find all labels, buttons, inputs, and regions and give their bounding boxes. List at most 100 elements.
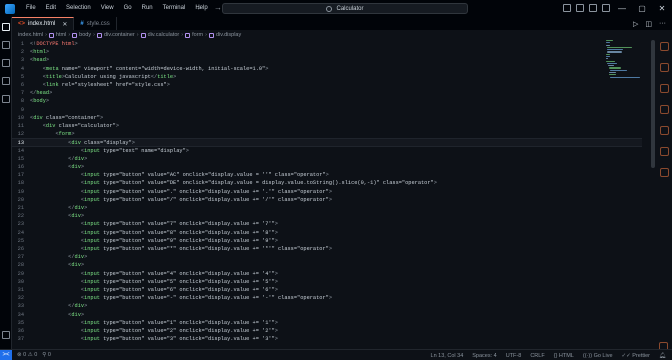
- code-line[interactable]: 33 </div>: [12, 302, 642, 310]
- code-line[interactable]: 4 <meta name=" viewport" content="width=…: [12, 65, 642, 73]
- code-line[interactable]: 12 <form>: [12, 130, 642, 138]
- breadcrumb-item[interactable]: body: [79, 32, 91, 38]
- minimize-icon[interactable]: —: [612, 0, 632, 17]
- code-line[interactable]: 21 </div>: [12, 204, 642, 212]
- extension-icon[interactable]: [659, 42, 669, 51]
- language-mode[interactable]: {} HTML: [554, 353, 574, 359]
- line-number: 6: [20, 82, 24, 88]
- toggle-primary-sidebar-icon[interactable]: [563, 4, 571, 12]
- breadcrumb-item[interactable]: div.calculator: [148, 32, 180, 38]
- account-icon[interactable]: [1, 331, 10, 339]
- code-line[interactable]: 11 <div class="calculator">: [12, 122, 642, 130]
- code-line[interactable]: 5 <title>Calculator using javascript</ti…: [12, 73, 642, 81]
- source-control-icon[interactable]: [1, 59, 10, 67]
- code-text: <html>: [30, 49, 50, 56]
- vertical-scrollbar[interactable]: [651, 40, 655, 168]
- run-icon[interactable]: ▷: [633, 20, 638, 28]
- breadcrumb-item[interactable]: div.container: [104, 32, 135, 38]
- extension-icon[interactable]: [659, 105, 669, 114]
- problems-indicator[interactable]: ⊗ 0 ⚠ 0: [17, 352, 37, 358]
- right-toolbar: [658, 42, 670, 351]
- code-line[interactable]: 20 <input type="button" value="/" onclic…: [12, 196, 642, 204]
- line-number: 7: [20, 90, 24, 97]
- notifications-bell-icon[interactable]: 🔔︎: [659, 353, 666, 359]
- customize-layout-icon[interactable]: [602, 4, 610, 12]
- minimap[interactable]: [606, 40, 646, 80]
- code-line[interactable]: 3 <head>: [12, 56, 642, 64]
- run-debug-icon[interactable]: [1, 77, 10, 85]
- code-line[interactable]: 27 </div>: [12, 253, 642, 261]
- code-line[interactable]: 34 <div>: [12, 311, 642, 319]
- code-line[interactable]: 28 <div>: [12, 261, 642, 269]
- code-line[interactable]: 17 <input type="button" value="AC" oncli…: [12, 171, 642, 179]
- more-actions-icon[interactable]: ···: [659, 20, 666, 28]
- menu-item-view[interactable]: View: [96, 0, 119, 17]
- code-text: <input type="button" value="AC" onclick=…: [80, 172, 329, 179]
- code-line[interactable]: 15 </div>: [12, 155, 642, 163]
- indentation[interactable]: Spaces: 4: [472, 353, 496, 359]
- code-line[interactable]: 16 <div>: [12, 163, 642, 171]
- menu-item-terminal[interactable]: Terminal: [158, 0, 191, 17]
- code-line[interactable]: 35 <input type="button" value="1" onclic…: [12, 319, 642, 327]
- cursor-position[interactable]: Ln 13, Col 34: [431, 353, 464, 359]
- menu-item-selection[interactable]: Selection: [61, 0, 96, 17]
- code-line[interactable]: 26 <input type="button" value="*" onclic…: [12, 245, 642, 253]
- close-tab-icon[interactable]: ✕: [62, 21, 67, 28]
- code-line[interactable]: 1 <!DOCTYPE html>: [12, 40, 642, 48]
- extension-icon[interactable]: [659, 147, 669, 156]
- code-line[interactable]: 19 <input type="button" value="." onclic…: [12, 188, 642, 196]
- go-live-button[interactable]: ((·)) Go Live: [583, 353, 613, 359]
- encoding[interactable]: UTF-8: [506, 353, 522, 359]
- command-center-search[interactable]: Calculator: [222, 3, 468, 14]
- breadcrumb-item[interactable]: index.html: [18, 32, 43, 38]
- maximize-icon[interactable]: ▢: [632, 0, 652, 17]
- menu-item-file[interactable]: File: [21, 0, 41, 17]
- extension-icon[interactable]: [659, 84, 669, 93]
- code-line[interactable]: 29 <input type="button" value="4" onclic…: [12, 270, 642, 278]
- menu-item-run[interactable]: Run: [137, 0, 158, 17]
- extension-icon[interactable]: [659, 63, 669, 72]
- code-line[interactable]: 24 <input type="button" value="8" onclic…: [12, 229, 642, 237]
- tab-style-css[interactable]: # style.css: [74, 17, 117, 30]
- code-line[interactable]: 32 <input type="button" value="-" onclic…: [12, 294, 642, 302]
- extension-icon[interactable]: [659, 126, 669, 135]
- code-line[interactable]: 22 <div>: [12, 212, 642, 220]
- code-line[interactable]: 6 <link rel="stylesheet" href="style.css…: [12, 81, 642, 89]
- code-line[interactable]: 18 <input type="button" value="DE" oncli…: [12, 179, 642, 187]
- breadcrumb-item[interactable]: html: [56, 32, 66, 38]
- toggle-secondary-sidebar-icon[interactable]: [589, 4, 597, 12]
- explorer-icon[interactable]: [1, 23, 10, 31]
- code-line[interactable]: 36 <input type="button" value="2" onclic…: [12, 327, 642, 335]
- code-line[interactable]: 10 <div class="container">: [12, 114, 642, 122]
- minimap-line: [607, 51, 623, 53]
- forward-arrow-icon[interactable]: →: [214, 3, 222, 12]
- back-arrow-icon[interactable]: ←: [196, 3, 204, 12]
- breadcrumb-item[interactable]: form: [192, 32, 203, 38]
- breadcrumb-item[interactable]: div.display: [216, 32, 241, 38]
- menu-item-edit[interactable]: Edit: [41, 0, 61, 17]
- code-line[interactable]: 25 <input type="button" value="9" onclic…: [12, 237, 642, 245]
- remote-indicator-icon[interactable]: ><: [0, 350, 12, 360]
- toggle-panel-icon[interactable]: [576, 4, 584, 12]
- code-line[interactable]: 7 </head>: [12, 89, 642, 97]
- close-window-icon[interactable]: ✕: [652, 0, 672, 17]
- extension-icon[interactable]: [659, 168, 669, 177]
- code-line[interactable]: 2 <html>: [12, 48, 642, 56]
- code-line[interactable]: 8 <body>: [12, 97, 642, 105]
- code-line[interactable]: 9: [12, 106, 642, 114]
- code-line[interactable]: 31 <input type="button" value="6" onclic…: [12, 286, 642, 294]
- menu-item-go[interactable]: Go: [119, 0, 137, 17]
- extensions-icon[interactable]: [1, 95, 10, 103]
- code-line[interactable]: 37 <input type="button" value="3" onclic…: [12, 335, 642, 343]
- split-editor-icon[interactable]: ◫: [645, 20, 652, 28]
- search-sidebar-icon[interactable]: [1, 41, 10, 49]
- code-line[interactable]: 13 <div class="display">: [12, 138, 642, 147]
- tab-index-html[interactable]: <> index.html ✕: [12, 17, 75, 30]
- ports-indicator[interactable]: ⚲ 0: [42, 352, 51, 358]
- code-line[interactable]: 30 <input type="button" value="5" onclic…: [12, 278, 642, 286]
- code-line[interactable]: 23 <input type="button" value="7" onclic…: [12, 220, 642, 228]
- prettier-status[interactable]: ✓✓ Prettier: [622, 353, 650, 359]
- code-line[interactable]: 14 <input type="text" name="display">: [12, 147, 642, 155]
- end-of-line[interactable]: CRLF: [530, 353, 544, 359]
- code-editor[interactable]: 1 <!DOCTYPE html> 2 <html> 3 <head> 4 <meta na…: [12, 40, 652, 349]
